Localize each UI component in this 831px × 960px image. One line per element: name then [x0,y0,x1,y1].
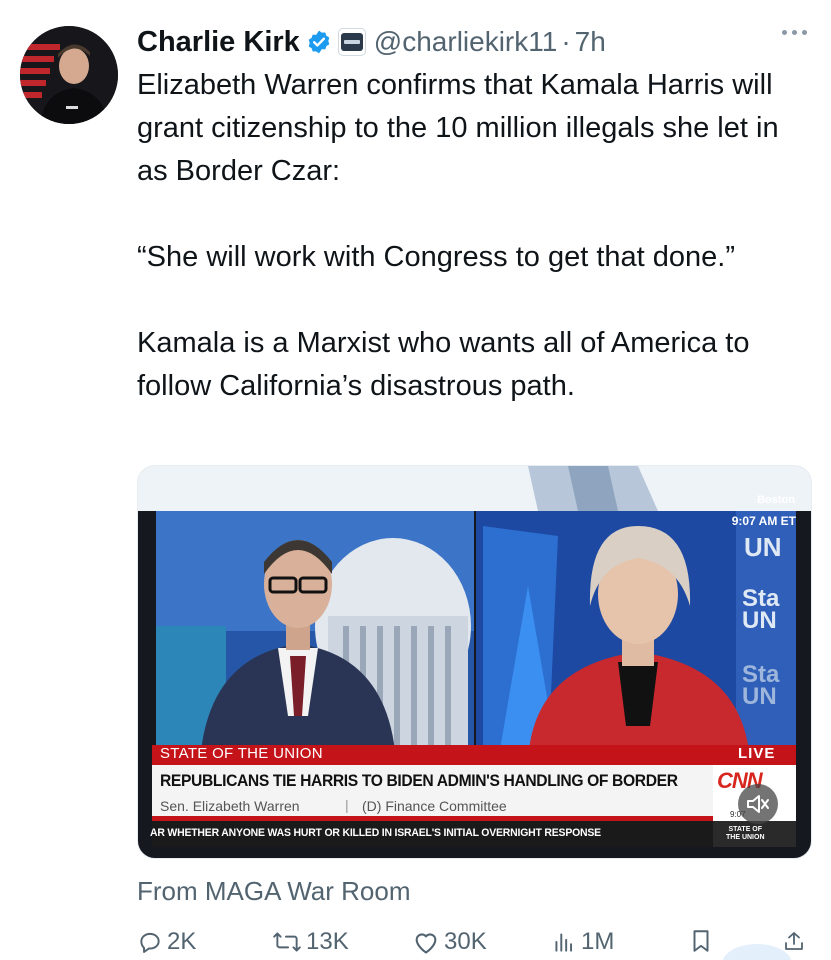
svg-text:UN: UN [744,532,782,562]
more-options-icon[interactable] [782,30,807,35]
video-location: Boston [757,494,795,506]
like-icon [415,933,437,954]
bookmark-icon [693,930,709,952]
tweet-paragraph: “She will work with Congress to get that… [137,241,735,273]
author-name[interactable]: Charlie Kirk [137,26,300,59]
svg-text:UN: UN [742,683,777,710]
meta-separator: · [561,26,571,57]
guest-separator: | [345,797,349,813]
view-count: 1M [581,928,615,955]
affiliate-badge-icon[interactable] [337,28,366,56]
svg-text:UN: UN [742,607,777,634]
live-badge: LIVE [738,745,776,762]
video-clock: 9:07 AM ET [731,514,796,528]
like-count: 30K [444,928,487,955]
tweet-text: Elizabeth Warren confirms that Kamala Ha… [137,64,817,408]
guest-role: (D) Finance Committee [362,798,507,814]
tweet-header: Charlie Kirk @charliekirk11 · 7h [137,22,606,62]
bookmark-button[interactable] [690,928,712,954]
share-button[interactable] [782,928,806,954]
share-icon [785,932,803,950]
author-handle[interactable]: @charliekirk11 [374,26,558,58]
tweet-paragraph: Kamala is a Marxist who wants all of Ame… [137,327,750,402]
views-button[interactable]: 1M [551,928,614,956]
like-button[interactable]: 30K [412,928,487,956]
tweet-timestamp[interactable]: 7h [575,26,606,58]
views-icon [555,933,573,952]
reply-button[interactable]: 2K [137,928,196,956]
mute-icon[interactable] [738,784,778,824]
news-ticker: AR WHETHER ANYONE WAS HURT OR KILLED IN … [150,827,601,839]
repost-button[interactable]: 13K [272,928,349,956]
author-avatar[interactable] [20,26,118,124]
tweet-paragraph: Elizabeth Warren confirms that Kamala Ha… [137,69,779,187]
video-headline: REPUBLICANS TIE HARRIS TO BIDEN ADMIN'S … [160,771,678,790]
tweet-actions: 2K 13K 30K 1M [0,928,831,960]
repost-count: 13K [306,928,349,955]
show-logo-line: THE UNION [726,834,765,841]
reply-icon [140,932,160,953]
show-label: STATE OF THE UNION [160,745,323,762]
reply-count: 2K [167,928,197,955]
video-source[interactable]: From MAGA War Room [137,876,411,907]
show-logo: STATE OF THE UNION [726,826,765,842]
video-player[interactable]: UN Sta UN Sta UN Boston 9:07 AM ET STATE… [137,465,812,859]
guest-name: Sen. Elizabeth Warren [160,798,300,814]
repost-icon [273,932,301,952]
show-logo-line: STATE OF [728,826,763,833]
verified-badge-icon[interactable] [306,29,332,55]
